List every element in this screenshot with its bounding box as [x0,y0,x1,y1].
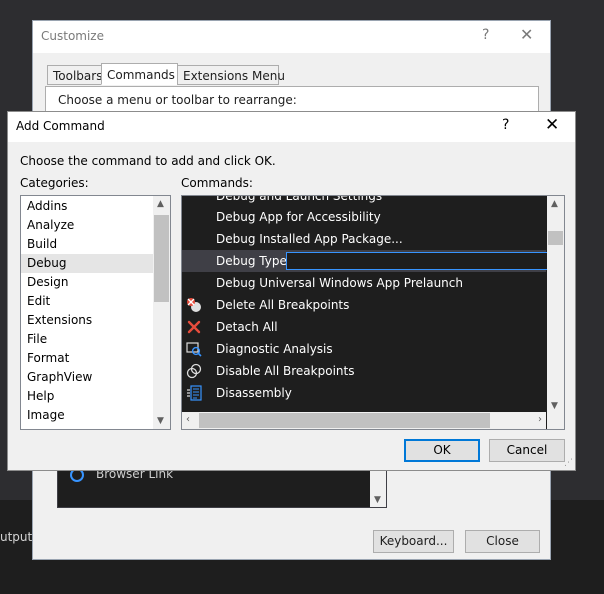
command-label: Debug Universal Windows App Prelaunch [216,276,463,290]
scroll-right-icon[interactable]: › [538,414,542,425]
customize-close-icon[interactable]: ✕ [520,25,533,44]
command-item[interactable]: Debug App for Accessibility [182,206,546,228]
command-item[interactable]: Disassembly [182,382,546,404]
category-item[interactable]: Design [21,273,154,292]
command-label: Debug Installed App Package... [216,232,403,246]
category-item[interactable]: Format [21,349,154,368]
command-item-selected[interactable]: Debug Type [182,250,548,272]
scroll-up-icon[interactable]: ▲ [551,199,558,209]
customize-title: Customize [41,29,104,43]
categories-scrollbar[interactable]: ▲ ▼ [153,196,170,429]
delete-breakpoints-icon [187,298,201,312]
scroll-left-icon[interactable]: ‹ [186,414,190,425]
add-command-close-icon[interactable]: ✕ [545,115,559,135]
category-item[interactable]: Build [21,235,154,254]
command-item[interactable]: Detach All [182,316,546,338]
categories-label: Categories: [20,176,89,190]
resize-grip-icon[interactable]: ⋰ [564,459,573,468]
category-item[interactable]: Image [21,406,154,425]
close-button[interactable]: Close [465,530,540,553]
command-label: Delete All Breakpoints [216,298,350,312]
cancel-button[interactable]: Cancel [489,439,565,462]
command-label: Disable All Breakpoints [216,364,355,378]
categories-scroll-thumb[interactable] [154,215,169,302]
categories-list[interactable]: Addins Analyze Build Debug Design Edit E… [20,195,171,430]
customize-titlebar: Customize ? ✕ [33,21,550,53]
command-label: Debug Type [216,254,287,268]
command-rename-input[interactable] [286,252,548,270]
commands-vertical-scrollbar[interactable]: ▲ ▼ [547,196,564,414]
scroll-down-icon[interactable]: ▼ [374,495,381,505]
commands-horizontal-scrollbar[interactable]: ‹ › [182,412,546,429]
commands-hscroll-thumb[interactable] [199,413,490,428]
category-item[interactable]: Addins [21,197,154,216]
category-item-selected[interactable]: Debug [21,254,154,273]
disable-breakpoints-icon [186,363,202,379]
diagnostic-icon [186,342,202,357]
category-item[interactable]: GraphView [21,368,154,387]
add-command-titlebar: Add Command ? ✕ [8,112,575,142]
customize-help-button[interactable]: ? [482,27,489,43]
commands-label: Commands: [181,176,253,190]
instruction-text: Choose the command to add and click OK. [20,154,276,168]
detach-icon [187,320,201,334]
category-item[interactable]: Help [21,387,154,406]
command-item[interactable]: Disable All Breakpoints [182,360,546,382]
category-item[interactable]: Extensions [21,311,154,330]
command-item[interactable]: Diagnostic Analysis [182,338,546,360]
scroll-up-icon[interactable]: ▲ [157,199,164,209]
category-item[interactable]: File [21,330,154,349]
command-label: Detach All [216,320,278,334]
ok-button[interactable]: OK [404,439,480,462]
tab-commands[interactable]: Commands [101,63,178,85]
command-label: Diagnostic Analysis [216,342,333,356]
command-item[interactable]: Debug Installed App Package... [182,228,546,250]
commands-list[interactable]: Debug and Launch Settings Debug App for … [181,195,565,430]
scroll-down-icon[interactable]: ▼ [551,401,558,411]
add-command-title: Add Command [16,119,105,133]
command-item[interactable]: Debug Universal Windows App Prelaunch [182,272,546,294]
disassembly-icon [187,385,202,401]
add-command-help-button[interactable]: ? [502,117,509,133]
tab-toolbars[interactable]: Toolbars [47,65,102,85]
rearrange-prompt: Choose a menu or toolbar to rearrange: [58,93,297,107]
command-label: Disassembly [216,386,292,400]
command-item[interactable]: Delete All Breakpoints [182,294,546,316]
category-item[interactable]: Edit [21,292,154,311]
commands-scroll-thumb[interactable] [548,231,563,245]
keyboard-button[interactable]: Keyboard... [373,530,454,553]
scrollbar-corner [547,412,564,429]
tab-extensions-menu[interactable]: Extensions Menu [177,65,285,85]
command-label: Debug App for Accessibility [216,210,381,224]
scroll-down-icon[interactable]: ▼ [157,416,164,426]
add-command-dialog: Add Command ? ✕ Choose the command to ad… [7,111,576,471]
category-item[interactable]: Analyze [21,216,154,235]
